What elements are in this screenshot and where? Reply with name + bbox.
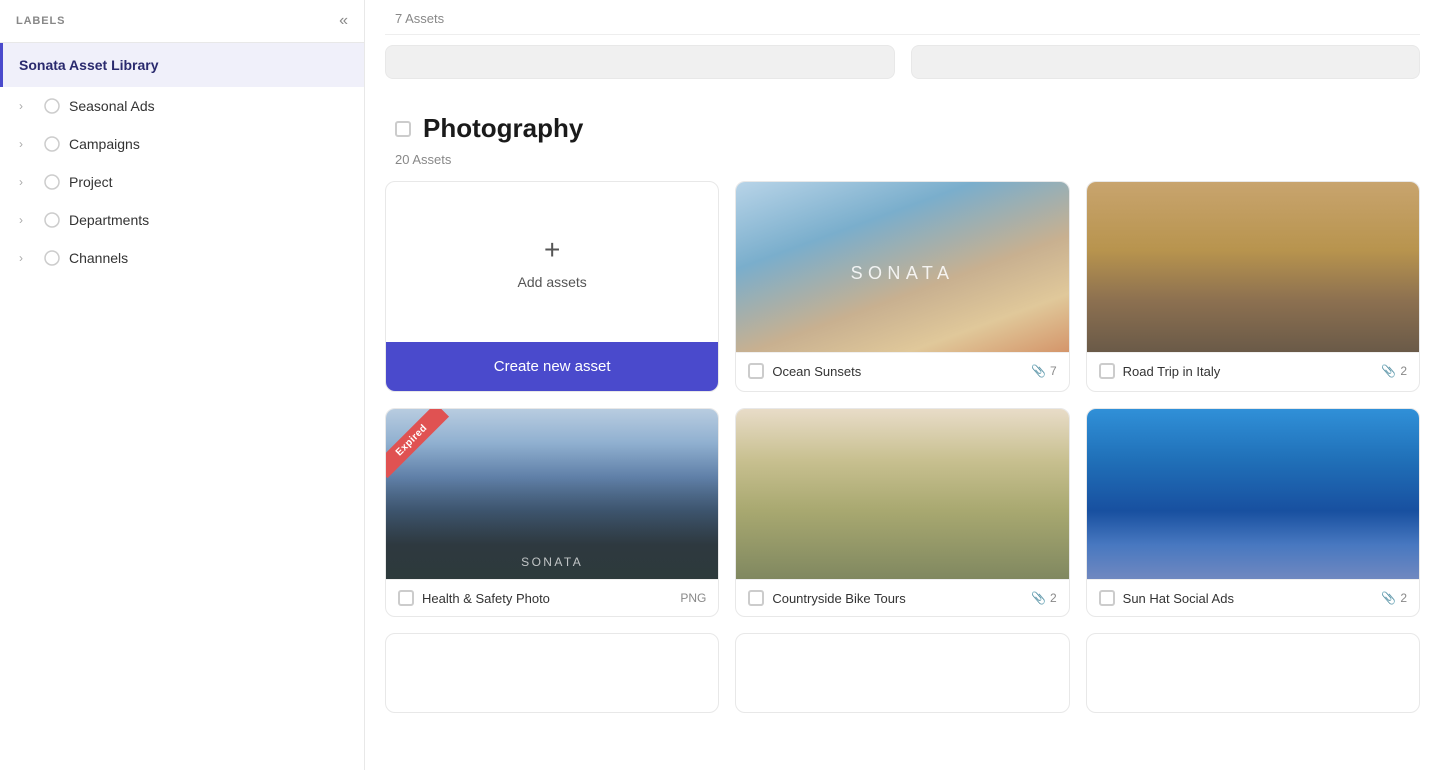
clip-icon: 📎 — [1031, 591, 1046, 605]
asset-checkbox-countryside-bike[interactable] — [748, 590, 764, 606]
sidebar-item-label: Campaigns — [69, 136, 140, 152]
asset-footer-left: Health & Safety Photo — [398, 590, 550, 606]
asset-card-countryside-bike[interactable]: Countryside Bike Tours 📎 2 — [735, 408, 1069, 617]
sidebar-item-label: Seasonal Ads — [69, 98, 155, 114]
photography-section-title: Photography — [423, 113, 583, 144]
asset-meta-road-trip: 📎 2 — [1381, 364, 1407, 378]
partial-card-1 — [385, 45, 895, 79]
asset-tag-png: PNG — [680, 591, 706, 605]
sidebar-item-project[interactable]: › Project — [0, 163, 364, 201]
bottom-partial-card-1[interactable] — [385, 633, 719, 713]
folder-icon — [43, 249, 61, 267]
sidebar-item-label: Departments — [69, 212, 149, 228]
asset-image-countryside-bike — [736, 409, 1068, 579]
clip-count: 7 — [1050, 364, 1057, 378]
folder-icon — [43, 211, 61, 229]
expired-ribbon: Expired — [386, 409, 449, 478]
bottom-partial-card-3[interactable] — [1086, 633, 1420, 713]
sidebar: LABELS « Sonata Asset Library › Seasonal… — [0, 0, 365, 770]
library-name: Sonata Asset Library — [19, 57, 159, 73]
asset-image-sun-hat — [1087, 409, 1419, 579]
top-assets-count: 7 Assets — [395, 11, 444, 26]
asset-card-sun-hat[interactable]: Sun Hat Social Ads 📎 2 — [1086, 408, 1420, 617]
photography-assets-count: 20 Assets — [385, 150, 1420, 181]
bottom-partial-card-2[interactable] — [735, 633, 1069, 713]
photography-section-header: Photography — [385, 89, 1420, 150]
clip-icon: 📎 — [1381, 364, 1396, 378]
asset-checkbox-ocean-sunsets[interactable] — [748, 363, 764, 379]
sidebar-item-departments[interactable]: › Departments — [0, 201, 364, 239]
asset-meta-ocean-sunsets: 📎 7 — [1031, 364, 1057, 378]
asset-meta-health-safety: PNG — [680, 591, 706, 605]
asset-footer-countryside-bike: Countryside Bike Tours 📎 2 — [736, 579, 1068, 616]
chevron-right-icon: › — [19, 213, 35, 227]
main-content: 7 Assets Photography 20 Assets + Add ass… — [365, 0, 1440, 770]
asset-meta-sun-hat: 📎 2 — [1381, 591, 1407, 605]
asset-image-ocean-sunsets — [736, 182, 1068, 352]
bottom-partial-grid — [385, 633, 1420, 713]
chevron-right-icon: › — [19, 251, 35, 265]
sidebar-item-campaigns[interactable]: › Campaigns — [0, 125, 364, 163]
asset-name-ocean-sunsets: Ocean Sunsets — [772, 364, 861, 379]
folder-icon — [43, 135, 61, 153]
asset-grid-row1: + Add assets Create new asset Ocean Suns… — [385, 181, 1420, 408]
asset-checkbox-health-safety[interactable] — [398, 590, 414, 606]
collapse-sidebar-button[interactable]: « — [339, 12, 348, 30]
partial-top-row — [385, 35, 1420, 89]
clip-icon: 📎 — [1381, 591, 1396, 605]
create-new-asset-button[interactable]: Create new asset — [386, 342, 718, 391]
labels-heading: LABELS — [16, 15, 65, 27]
clip-icon: 📎 — [1031, 364, 1046, 378]
asset-footer-road-trip: Road Trip in Italy 📎 2 — [1087, 352, 1419, 389]
asset-footer-left: Sun Hat Social Ads — [1099, 590, 1234, 606]
sidebar-item-label: Project — [69, 174, 113, 190]
asset-footer-ocean-sunsets: Ocean Sunsets 📎 7 — [736, 352, 1068, 389]
asset-name-road-trip: Road Trip in Italy — [1123, 364, 1221, 379]
plus-icon: + — [544, 234, 560, 266]
chevron-right-icon: › — [19, 175, 35, 189]
asset-checkbox-sun-hat[interactable] — [1099, 590, 1115, 606]
sidebar-item-seasonal-ads[interactable]: › Seasonal Ads — [0, 87, 364, 125]
sidebar-library-item[interactable]: Sonata Asset Library — [0, 43, 364, 87]
folder-icon — [43, 173, 61, 191]
clip-count: 2 — [1400, 364, 1407, 378]
photography-section-checkbox[interactable] — [395, 121, 411, 137]
sidebar-item-label: Channels — [69, 250, 128, 266]
asset-footer-left: Ocean Sunsets — [748, 363, 861, 379]
asset-image-road-trip — [1087, 182, 1419, 352]
asset-name-countryside-bike: Countryside Bike Tours — [772, 591, 905, 606]
expired-ribbon-wrap: Expired — [386, 409, 456, 479]
top-assets-count-bar: 7 Assets — [385, 0, 1420, 35]
asset-image-health-safety: Expired — [386, 409, 718, 579]
clip-count: 2 — [1050, 591, 1057, 605]
chevron-right-icon: › — [19, 99, 35, 113]
partial-card-2 — [911, 45, 1421, 79]
asset-grid-row2: Expired Health & Safety Photo PNG — [385, 408, 1420, 633]
asset-footer-sun-hat: Sun Hat Social Ads 📎 2 — [1087, 579, 1419, 616]
add-assets-inner: + Add assets — [386, 182, 718, 342]
asset-footer-health-safety: Health & Safety Photo PNG — [386, 579, 718, 616]
chevron-right-icon: › — [19, 137, 35, 151]
asset-card-ocean-sunsets[interactable]: Ocean Sunsets 📎 7 — [735, 181, 1069, 392]
clip-count: 2 — [1400, 591, 1407, 605]
asset-meta-countryside-bike: 📎 2 — [1031, 591, 1057, 605]
asset-checkbox-road-trip[interactable] — [1099, 363, 1115, 379]
folder-icon — [43, 97, 61, 115]
add-assets-card[interactable]: + Add assets Create new asset — [385, 181, 719, 392]
sidebar-item-channels[interactable]: › Channels — [0, 239, 364, 277]
asset-footer-left: Road Trip in Italy — [1099, 363, 1221, 379]
add-assets-label: Add assets — [518, 274, 587, 290]
sidebar-header: LABELS « — [0, 0, 364, 43]
asset-name-health-safety: Health & Safety Photo — [422, 591, 550, 606]
asset-card-road-trip[interactable]: Road Trip in Italy 📎 2 — [1086, 181, 1420, 392]
asset-footer-left: Countryside Bike Tours — [748, 590, 905, 606]
asset-name-sun-hat: Sun Hat Social Ads — [1123, 591, 1234, 606]
asset-card-health-safety[interactable]: Expired Health & Safety Photo PNG — [385, 408, 719, 617]
